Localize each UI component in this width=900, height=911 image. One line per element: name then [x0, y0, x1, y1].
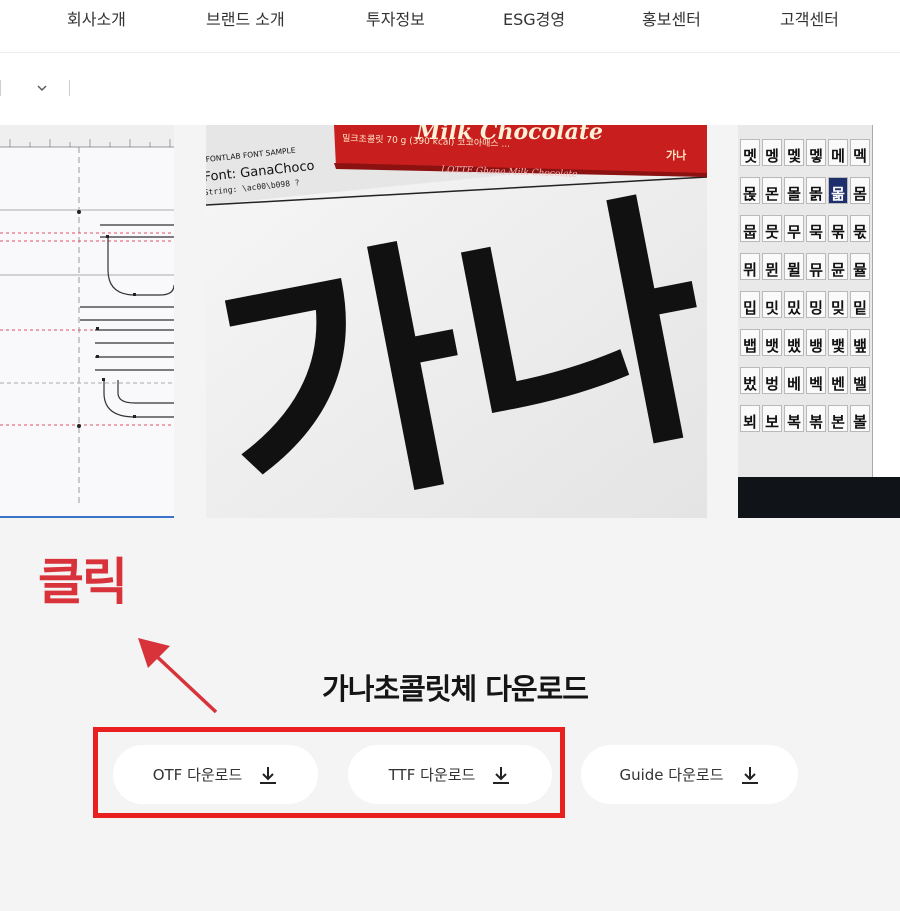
glyph-cell: 뱁	[740, 329, 760, 356]
highlight-box	[93, 727, 565, 818]
click-annotation-label: 클릭	[38, 553, 128, 611]
chevron-down-icon[interactable]	[35, 81, 49, 95]
glyph-cell: 뱊	[850, 329, 870, 356]
glyph-cell: 뮨	[828, 253, 848, 280]
font-editor-image	[0, 125, 174, 518]
glyph-cell: 밎	[828, 291, 848, 318]
glyph-cell: 볼	[850, 405, 870, 432]
glyph-cell: 벘	[740, 367, 760, 394]
divider	[0, 80, 1, 96]
nav-item-esg[interactable]: ESG경영	[503, 6, 565, 30]
nav-item-customer-center[interactable]: 고객센터	[780, 6, 839, 30]
taskbar	[738, 477, 900, 518]
glyph-cell: 메	[828, 139, 848, 166]
glyph-cell: 밋	[762, 291, 782, 318]
glyph-cell: 몸	[850, 177, 870, 204]
download-icon	[741, 766, 758, 784]
glyph-cell: 묵	[806, 215, 826, 242]
glyph-cell: 뱅	[806, 329, 826, 356]
top-navigation: 회사소개 브랜드 소개 투자정보 ESG경영 홍보센터 고객센터	[0, 0, 900, 53]
glyph-cell: 몱	[806, 177, 826, 204]
glyph-cell: 묷	[850, 215, 870, 242]
glyph-cell: 복	[784, 405, 804, 432]
glyph-cell: 베	[784, 367, 804, 394]
glyph-cell: 보	[762, 405, 782, 432]
chocolate-font-sample-image: Milk Chocolate 밀크초콜릿 70 g (390 kcal) 코코아…	[206, 125, 707, 518]
glyph-cell: 볶	[806, 405, 826, 432]
glyph-cell: 멕	[850, 139, 870, 166]
glyph-cell: 뭅	[740, 215, 760, 242]
glyph-cell: 뮐	[784, 253, 804, 280]
glyph-cell: 무	[784, 215, 804, 242]
glyph-cell: 뮤	[806, 253, 826, 280]
glyph-cell: 밌	[784, 291, 804, 318]
divider	[69, 80, 70, 96]
glyph-cell: 뮌	[762, 253, 782, 280]
glyph-cell: 뭇	[762, 215, 782, 242]
sub-navigation-bar	[0, 53, 900, 125]
chocolate-photo-drawing: Milk Chocolate 밀크초콜릿 70 g (390 kcal) 코코아…	[206, 125, 707, 518]
glyph-cell: 벤	[828, 367, 848, 394]
glyph-cell: 묶	[828, 215, 848, 242]
glyph-cell: 밉	[740, 291, 760, 318]
glyph-table-image: 멧멩멫멯메멕몭몬몰몱몲몸뭅뭇무묵묶묷뮈뮌뮐뮤뮨뮬밉밋밌밍밎밑뱁뱃뱄뱅뱇뱊벘벙베벡…	[738, 125, 900, 518]
glyph-cell: 멩	[762, 139, 782, 166]
nav-item-investment[interactable]: 투자정보	[366, 6, 425, 30]
glyph-cell: 뱃	[762, 329, 782, 356]
editor-side-panel	[872, 125, 900, 518]
glyph-cell: 본	[828, 405, 848, 432]
glyph-cell: 멧	[740, 139, 760, 166]
glyph-cell: 벙	[762, 367, 782, 394]
download-section-title: 가나초콜릿체 다운로드	[322, 672, 589, 706]
nav-item-pr-center[interactable]: 홍보센터	[642, 6, 701, 30]
glyph-cell: 밑	[850, 291, 870, 318]
package-brand: 가나	[666, 148, 686, 162]
font-editor-drawing	[0, 125, 174, 505]
glyph-cell: 멯	[806, 139, 826, 166]
glyph-cell: 뮈	[740, 253, 760, 280]
nav-item-company[interactable]: 회사소개	[67, 6, 126, 30]
glyph-cell: 몬	[762, 177, 782, 204]
glyph-cell: 뵈	[740, 405, 760, 432]
glyph-cell: 벨	[850, 367, 870, 394]
glyph-cell: 밍	[806, 291, 826, 318]
guide-download-button[interactable]: Guide 다운로드	[581, 745, 798, 804]
glyph-cell: 뮬	[850, 253, 870, 280]
nav-item-brand[interactable]: 브랜드 소개	[206, 6, 285, 30]
glyph-cell: 뱇	[828, 329, 848, 356]
guide-download-label: Guide 다운로드	[619, 766, 724, 784]
glyph-cell: 벡	[806, 367, 826, 394]
glyph-cell: 멫	[784, 139, 804, 166]
glyph-cell: 몭	[740, 177, 760, 204]
glyph-cell: 뱄	[784, 329, 804, 356]
glyph-cell: 몲	[828, 177, 848, 204]
glyph-cell: 몰	[784, 177, 804, 204]
